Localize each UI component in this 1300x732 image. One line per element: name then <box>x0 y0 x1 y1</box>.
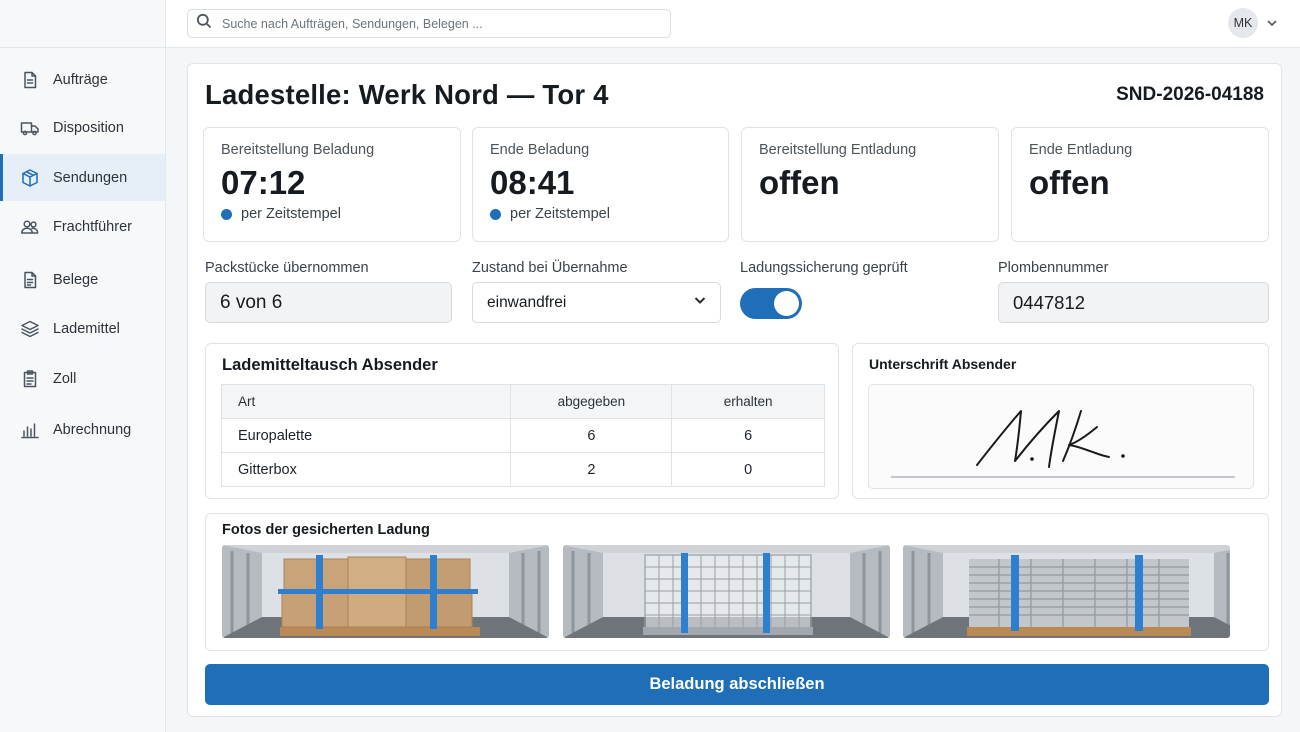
stat-value: 08:41 <box>490 164 575 201</box>
layers-icon <box>20 319 40 339</box>
cell-received[interactable]: 0 <box>671 452 825 487</box>
photos-panel: Fotos der gesicherten Ladung <box>205 513 1269 651</box>
shipment-id: SND-2026-04188 <box>1116 84 1264 105</box>
users-icon <box>20 217 40 237</box>
signature-drawing <box>891 410 1235 478</box>
sidebar-item-label: Belege <box>53 271 99 288</box>
condition-value: einwandfrei <box>487 293 567 311</box>
condition-label: Zustand bei Übernahme <box>472 260 628 276</box>
search-bar[interactable] <box>187 9 671 38</box>
search-icon <box>196 13 212 34</box>
cell-given[interactable]: 2 <box>510 452 673 487</box>
table-row: Europalette 6 6 <box>220 418 825 453</box>
truck-icon <box>20 118 40 138</box>
exchange-panel: Lademitteltausch Absender Art abgegeben … <box>205 343 839 499</box>
exchange-table: Art abgegeben erhalten Europalette 6 6 G… <box>220 384 825 487</box>
search-input[interactable] <box>222 16 642 31</box>
signature-panel: Unterschrift Absender <box>852 343 1269 499</box>
sidebar-item-label: Lademittel <box>53 320 120 337</box>
receipt-icon <box>20 270 40 290</box>
stat-value: 07:12 <box>221 164 306 201</box>
sidebar-item-label: Sendungen <box>53 169 128 186</box>
column-header-art: Art <box>220 384 512 419</box>
sidebar-item-abrechnung[interactable]: Abrechnung <box>0 406 165 453</box>
securing-label: Ladungssicherung geprüft <box>740 260 908 276</box>
seal-number-field[interactable]: 0447812 <box>998 282 1269 323</box>
sidebar-item-label: Zoll <box>53 370 77 387</box>
sidebar-item-zoll[interactable]: Zoll <box>0 355 165 402</box>
topbar: MK <box>166 0 1300 48</box>
stat-value: offen <box>1029 164 1110 201</box>
sidebar-item-belege[interactable]: Belege <box>0 256 165 303</box>
signature-title: Unterschrift Absender <box>869 356 1017 372</box>
stat-card-unloading-start: Bereitstellung Entladung offen <box>741 127 999 242</box>
table-header-row: Art abgegeben erhalten <box>220 384 825 419</box>
cell-art: Europalette <box>220 418 512 453</box>
stat-card-loading-end: Ende Beladung 08:41 per Zeitstempel <box>472 127 729 242</box>
status-dot-icon <box>221 208 232 220</box>
condition-select[interactable]: einwandfrei <box>472 282 721 323</box>
stat-meta: per Zeitstempel <box>221 206 443 222</box>
seal-label: Plombennummer <box>998 260 1109 276</box>
photos-title: Fotos der gesicherten Ladung <box>222 522 430 538</box>
photo-wire-mesh-box[interactable] <box>563 545 890 638</box>
table-row: Gitterbox 2 0 <box>220 452 825 487</box>
sidebar-item-label: Disposition <box>53 119 124 136</box>
stat-meta-text: per Zeitstempel <box>241 206 341 222</box>
cell-art: Gitterbox <box>220 452 512 487</box>
page-title: Ladestelle: Werk Nord — Tor 4 <box>205 79 609 110</box>
clipboard-icon <box>20 369 40 389</box>
sidebar-item-auftraege[interactable]: Aufträge <box>0 56 165 103</box>
stat-meta: per Zeitstempel <box>490 206 711 222</box>
shipment-card: Ladestelle: Werk Nord — Tor 4 SND-2026-0… <box>187 63 1282 717</box>
stat-label: Bereitstellung Beladung <box>221 142 375 158</box>
package-icon <box>20 168 40 188</box>
stat-label: Bereitstellung Entladung <box>759 142 917 158</box>
avatar[interactable]: MK <box>1228 8 1258 38</box>
chevron-down-icon <box>692 292 708 313</box>
stat-card-loading-start: Bereitstellung Beladung 07:12 per Zeitst… <box>203 127 461 242</box>
stat-label: Ende Beladung <box>490 142 590 158</box>
sidebar-item-lademittel[interactable]: Lademittel <box>0 305 165 352</box>
sidebar-item-label: Frachtführer <box>53 218 132 235</box>
status-dot-icon <box>490 208 501 220</box>
stat-meta-text: per Zeitstempel <box>510 206 610 222</box>
sidebar-item-label: Abrechnung <box>53 421 132 438</box>
chevron-down-icon[interactable] <box>1265 16 1279 30</box>
toggle-knob <box>774 291 799 316</box>
packages-field[interactable]: 6 von 6 <box>205 282 452 323</box>
photo-cartons-on-pallet[interactable] <box>222 545 549 638</box>
sidebar-item-disposition[interactable]: Disposition <box>0 104 165 151</box>
stat-label: Ende Entladung <box>1029 142 1133 158</box>
sidebar: Aufträge Disposition Sendungen Frachtfüh… <box>0 0 166 732</box>
cell-given[interactable]: 6 <box>510 418 673 453</box>
signature-pad[interactable] <box>868 384 1254 489</box>
document-icon <box>20 70 40 90</box>
sidebar-item-label: Aufträge <box>53 71 108 88</box>
sidebar-header <box>0 0 165 48</box>
finish-loading-button[interactable]: Beladung abschließen <box>205 664 1269 705</box>
column-header-received: erhalten <box>671 384 825 419</box>
securing-toggle[interactable] <box>740 288 802 319</box>
exchange-title: Lademitteltausch Absender <box>222 356 438 374</box>
cell-received[interactable]: 6 <box>671 418 825 453</box>
packages-label: Packstücke übernommen <box>205 260 369 276</box>
bar-chart-icon <box>20 420 40 440</box>
stat-card-unloading-end: Ende Entladung offen <box>1011 127 1269 242</box>
photo-steel-profiles[interactable] <box>903 545 1230 638</box>
column-header-given: abgegeben <box>510 384 673 419</box>
sidebar-item-sendungen[interactable]: Sendungen <box>0 154 165 201</box>
stat-value: offen <box>759 164 840 201</box>
sidebar-item-frachtfuehrer[interactable]: Frachtführer <box>0 203 165 250</box>
